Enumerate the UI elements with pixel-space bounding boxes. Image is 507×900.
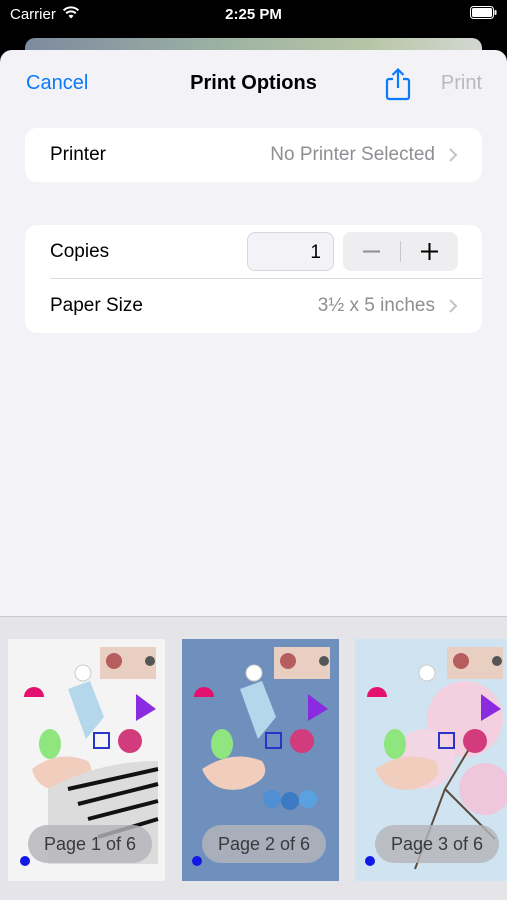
printer-value: No Printer Selected [270,144,435,165]
battery-icon [470,6,497,19]
page-thumbnail[interactable]: Page 2 of 6 [182,639,339,881]
copies-field[interactable]: 1 [247,232,334,271]
printer-row[interactable]: Printer No Printer Selected [25,128,482,182]
chevron-right-icon [449,299,458,313]
options-group: Copies 1 Paper Size 3½ x 5 inches [25,225,482,333]
page-thumbnail[interactable]: Page 3 of 6 [355,639,507,881]
chevron-right-icon [449,148,458,162]
page-number-badge: Page 3 of 6 [375,825,499,863]
page-title: Print Options [190,72,317,94]
copies-row: Copies 1 [25,225,482,279]
page-preview-strip: Page 1 of 6 Page 2 of 6 Page 3 of 6 [0,616,507,900]
printer-label: Printer [50,144,106,165]
print-button[interactable]: Print [441,72,482,95]
clock: 2:25 PM [225,6,282,23]
navigation-bar: Cancel Print Options Print [0,50,507,118]
page-number-badge: Page 2 of 6 [202,825,326,863]
copies-label: Copies [50,241,110,262]
plus-icon [421,243,438,260]
increment-button[interactable] [401,232,458,271]
copies-stepper [343,232,458,271]
share-icon[interactable] [384,67,412,101]
paper-size-label: Paper Size [50,295,143,316]
paper-size-value: 3½ x 5 inches [317,295,435,316]
print-options-sheet: Cancel Print Options Print Printer No Pr… [0,50,507,900]
status-bar: Carrier 2:25 PM [0,0,507,30]
decrement-button[interactable] [343,232,400,271]
page-number-badge: Page 1 of 6 [28,825,152,863]
minus-icon [363,250,380,253]
printer-group: Printer No Printer Selected [25,128,482,182]
page-thumbnail[interactable]: Page 1 of 6 [8,639,165,881]
paper-size-row[interactable]: Paper Size 3½ x 5 inches [25,279,482,333]
